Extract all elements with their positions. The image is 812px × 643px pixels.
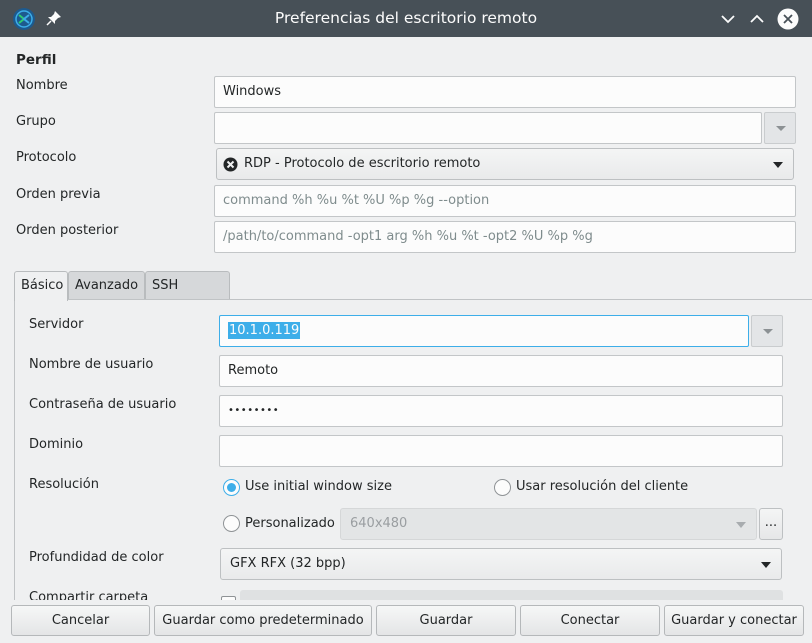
pre-command-field[interactable]: command %h %u %t %U %p %g --option bbox=[214, 185, 796, 217]
radio-client-resolution[interactable] bbox=[494, 479, 511, 496]
save-as-default-button[interactable]: Guardar como predeterminado bbox=[154, 605, 372, 636]
title-bar: Preferencias del escritorio remoto bbox=[0, 0, 812, 37]
custom-resolution-value: 640x480 bbox=[350, 516, 408, 531]
protocol-label: Protocolo bbox=[16, 150, 77, 165]
chevron-down-icon bbox=[736, 522, 746, 528]
save-button[interactable]: Guardar bbox=[376, 605, 516, 636]
group-field[interactable] bbox=[214, 112, 762, 144]
color-depth-value: GFX RFX (32 bpp) bbox=[230, 556, 346, 571]
pre-command-label: Orden previa bbox=[16, 187, 101, 202]
color-depth-label: Profundidad de color bbox=[29, 550, 164, 565]
profile-section-title: Perfil bbox=[16, 52, 57, 68]
radio-custom-resolution-label[interactable]: Personalizado bbox=[245, 516, 335, 531]
radio-initial-window-size-label[interactable]: Use initial window size bbox=[245, 479, 392, 494]
name-field[interactable]: Windows bbox=[214, 76, 796, 108]
rdp-protocol-icon bbox=[223, 157, 238, 172]
resolution-label: Resolución bbox=[29, 477, 99, 492]
post-command-field[interactable]: /path/to/command -opt1 arg %h %u %t -opt… bbox=[214, 221, 796, 253]
close-icon[interactable] bbox=[777, 8, 799, 30]
tab-basico[interactable]: Básico bbox=[14, 271, 68, 301]
domain-label: Dominio bbox=[29, 437, 84, 452]
server-dropdown-button[interactable] bbox=[751, 315, 783, 347]
server-field[interactable]: 10.1.0.119 bbox=[219, 315, 749, 347]
chevron-down-icon bbox=[761, 562, 771, 568]
domain-field[interactable] bbox=[219, 435, 783, 467]
radio-initial-window-size[interactable] bbox=[223, 479, 240, 496]
radio-custom-resolution[interactable] bbox=[223, 515, 240, 532]
chevron-down-icon bbox=[776, 126, 786, 131]
chevron-down-icon bbox=[763, 329, 773, 334]
minimize-icon[interactable] bbox=[717, 8, 739, 30]
username-field[interactable]: Remoto bbox=[219, 355, 783, 387]
resolution-more-button[interactable]: ... bbox=[759, 508, 783, 540]
post-command-label: Orden posterior bbox=[16, 223, 119, 238]
group-label: Grupo bbox=[16, 114, 56, 129]
dialog-button-bar: Cancelar Guardar como predeterminado Gua… bbox=[0, 600, 812, 643]
chevron-down-icon bbox=[773, 162, 783, 168]
color-depth-select[interactable]: GFX RFX (32 bpp) bbox=[220, 548, 782, 580]
password-field[interactable]: •••••••• bbox=[219, 395, 783, 427]
connect-button[interactable]: Conectar bbox=[520, 605, 660, 636]
server-label: Servidor bbox=[29, 317, 84, 332]
custom-resolution-select[interactable]: 640x480 bbox=[340, 508, 757, 540]
protocol-value: RDP - Protocolo de escritorio remoto bbox=[244, 156, 481, 171]
protocol-select[interactable]: RDP - Protocolo de escritorio remoto bbox=[216, 148, 794, 180]
server-value: 10.1.0.119 bbox=[228, 322, 301, 339]
maximize-icon[interactable] bbox=[746, 8, 768, 30]
tab-avanzado[interactable]: Avanzado bbox=[68, 271, 145, 300]
cancel-button[interactable]: Cancelar bbox=[11, 605, 150, 636]
password-label: Contraseña de usuario bbox=[29, 397, 177, 412]
group-dropdown-button[interactable] bbox=[764, 112, 796, 144]
radio-client-resolution-label[interactable]: Usar resolución del cliente bbox=[516, 479, 688, 494]
window-title: Preferencias del escritorio remoto bbox=[274, 9, 538, 27]
username-label: Nombre de usuario bbox=[29, 357, 154, 372]
name-label: Nombre bbox=[16, 78, 68, 93]
tab-ssh-tunnel[interactable]: SSH Tunnel bbox=[145, 271, 230, 321]
save-and-connect-button[interactable]: Guardar y conectar bbox=[664, 605, 804, 636]
